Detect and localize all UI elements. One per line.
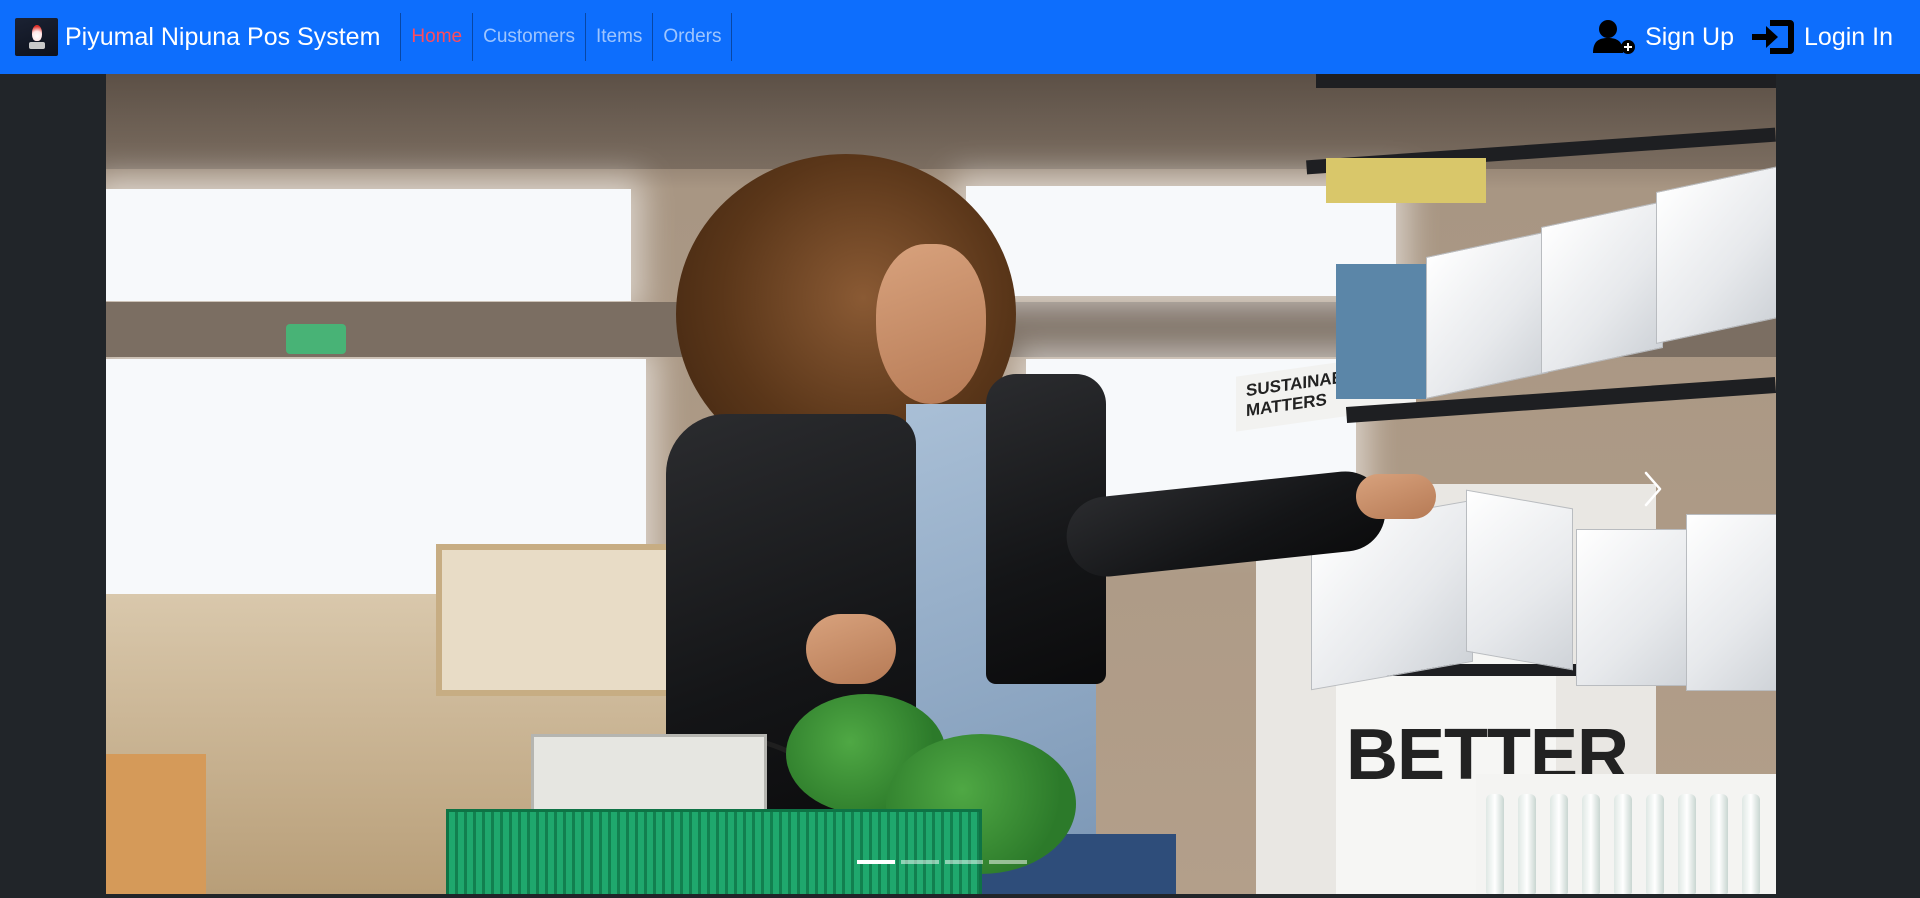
nav-link-items[interactable]: Items [584,13,652,61]
shopping-basket [446,809,982,894]
nav-link-home[interactable]: Home [400,13,472,61]
bottle [1678,794,1696,894]
carousel-indicator-2[interactable] [901,860,939,864]
signup-button[interactable]: Sign Up [1591,19,1734,55]
person-hand [806,614,896,684]
product-box [1541,201,1663,374]
logo-icon [15,18,58,56]
brand-name[interactable]: Piyumal Nipuna Pos System [65,23,380,52]
logo-flame [32,25,42,41]
product-box [1686,514,1776,691]
bottle [1518,794,1536,894]
snack-bag [1336,264,1426,399]
user-plus-icon [1591,19,1637,55]
bottle [1710,794,1728,894]
bottle [1486,794,1504,894]
person-hand [1356,474,1436,519]
product-box [1656,166,1776,344]
carousel-indicator-1[interactable] [857,860,895,864]
brand[interactable]: Piyumal Nipuna Pos System [15,0,380,74]
carousel-slide-image: SUSTAINABILITY MATTERS BETTER [106,74,1776,894]
nav-links: Home Customers Items Orders [400,13,733,61]
nav-right: Sign Up Login In [1591,18,1893,56]
sign-in-icon [1750,18,1796,56]
carousel-indicator-3[interactable] [945,860,983,864]
carousel-next-button[interactable] [1642,469,1666,509]
signup-label: Sign Up [1645,22,1735,51]
nav-link-orders[interactable]: Orders [652,13,733,61]
bottle [1582,794,1600,894]
carousel-indicator-4[interactable] [989,860,1027,864]
crate [106,754,206,894]
bottle [1550,794,1568,894]
carousel: SUSTAINABILITY MATTERS BETTER [106,74,1776,894]
navbar: Piyumal Nipuna Pos System Home Customers… [0,0,1920,74]
carousel-indicators [854,860,1030,864]
product-box [1426,231,1548,399]
window [106,189,631,301]
bottle [1614,794,1632,894]
login-label: Login In [1804,22,1893,51]
bottle [1646,794,1664,894]
login-button[interactable]: Login In [1750,18,1893,56]
chevron-right-icon [1644,471,1662,507]
person-face [876,244,986,404]
nav-link-customers[interactable]: Customers [472,13,585,61]
snack-bag [1326,158,1486,203]
product-box-held [1466,489,1573,671]
logo-base [29,42,45,49]
product-box [1576,529,1693,686]
exit-sign [286,324,346,354]
shelf [1316,74,1776,88]
bottle [1742,794,1760,894]
